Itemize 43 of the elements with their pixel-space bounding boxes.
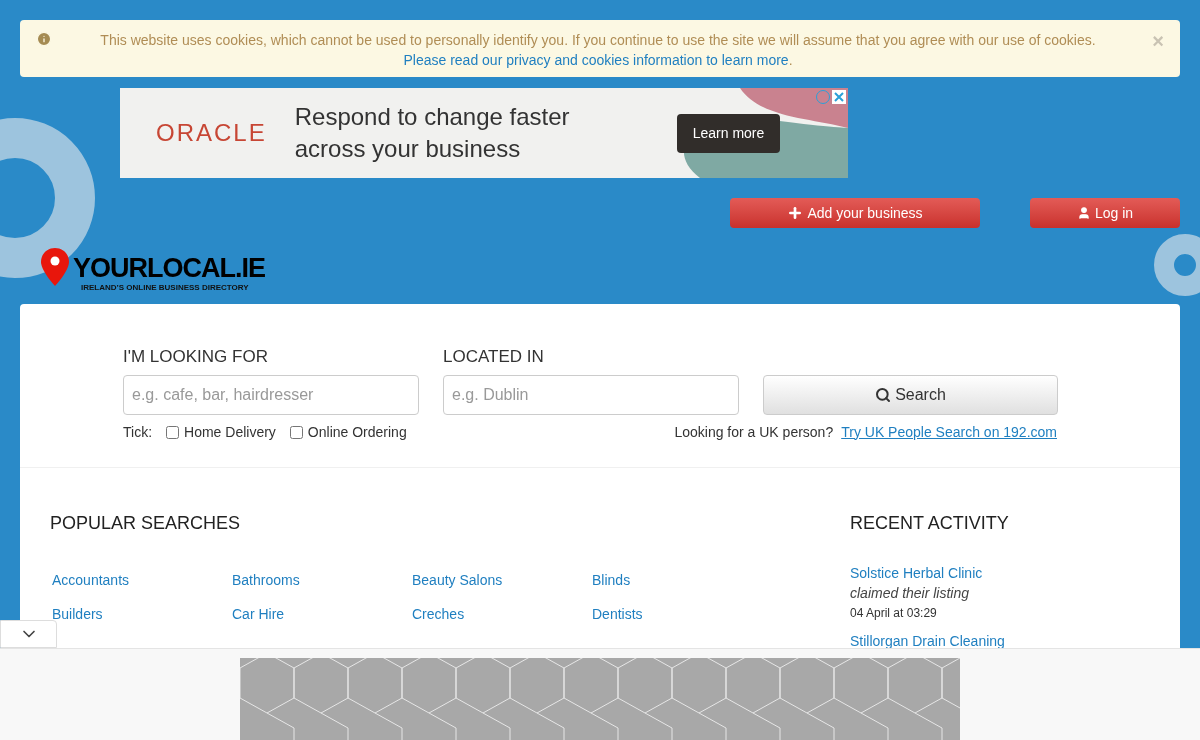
uk-search-link[interactable]: Try UK People Search on 192.com — [841, 421, 1057, 443]
info-icon — [36, 31, 52, 47]
plus-icon — [787, 205, 804, 221]
decorative-ring — [1154, 234, 1200, 296]
location-input[interactable]: e.g. Dublin — [443, 374, 739, 415]
field-label: I'M LOOKING FOR — [123, 346, 269, 368]
checkbox[interactable] — [289, 425, 303, 439]
section-heading: RECENT ACTIVITY — [850, 513, 1009, 533]
learn-more-button[interactable]: Learn more — [676, 113, 781, 153]
category-link[interactable]: Beauty Salons — [412, 571, 592, 589]
search-button[interactable]: Search — [763, 374, 1058, 415]
category-link[interactable]: Blinds — [592, 571, 772, 589]
search-icon — [875, 386, 892, 403]
category-link[interactable]: Bathrooms — [232, 571, 412, 589]
logo-tagline: IRELAND’S ONLINE BUSINESS DIRECTORY — [81, 282, 250, 294]
field-label: LOCATED IN — [443, 346, 545, 368]
ad-banner[interactable]: ORACLE Respond to change faster across your business Learn more — [120, 88, 848, 178]
login-button[interactable]: Log in — [1030, 198, 1180, 228]
category-link[interactable]: Accountants — [52, 571, 232, 589]
business-link[interactable]: Stillorgan Drain Cleaning — [850, 632, 1009, 650]
map-pin-icon — [40, 248, 70, 286]
category-link[interactable]: Dentists — [592, 605, 772, 623]
privacy-link[interactable]: Please read our privacy and cookies information to learn more — [403, 52, 789, 68]
keyword-input[interactable]: e.g. cafe, bar, hairdresser — [123, 374, 419, 415]
business-link[interactable]: Solstice Herbal Clinic — [850, 564, 1009, 582]
add-business-button[interactable]: Add your business — [730, 198, 980, 228]
activity-text: claimed their listing — [850, 584, 971, 603]
logo-wordmark[interactable]: YOURLOCAL.IE — [73, 254, 265, 282]
user-icon — [1076, 206, 1091, 220]
ad-headline: Respond to change faster across your business — [294, 102, 571, 164]
ad-close-icon[interactable] — [832, 90, 846, 104]
brand-name: ORACLE — [156, 118, 267, 148]
category-link[interactable]: Builders — [52, 605, 232, 623]
checkbox[interactable] — [166, 425, 180, 439]
checkbox-label: Home Delivery — [184, 422, 276, 442]
uk-prompt: Looking for a UK person? — [674, 422, 834, 442]
tick-label: Tick: — [123, 422, 153, 442]
category-link[interactable]: Creches — [412, 605, 592, 623]
checkbox-label: Online Ordering — [307, 422, 407, 442]
category-link[interactable]: Car Hire — [232, 605, 412, 623]
cookie-message: This website uses cookies, which cannot be used to personally identify you. If you continue to use the site we will assume that you agree with our use of cookies. Please read our privacy and cookies information to learn more. — [99, 31, 1097, 70]
section-heading: POPULAR SEARCHES — [50, 513, 241, 533]
activity-time: 04 April at 03:29 — [850, 605, 938, 622]
